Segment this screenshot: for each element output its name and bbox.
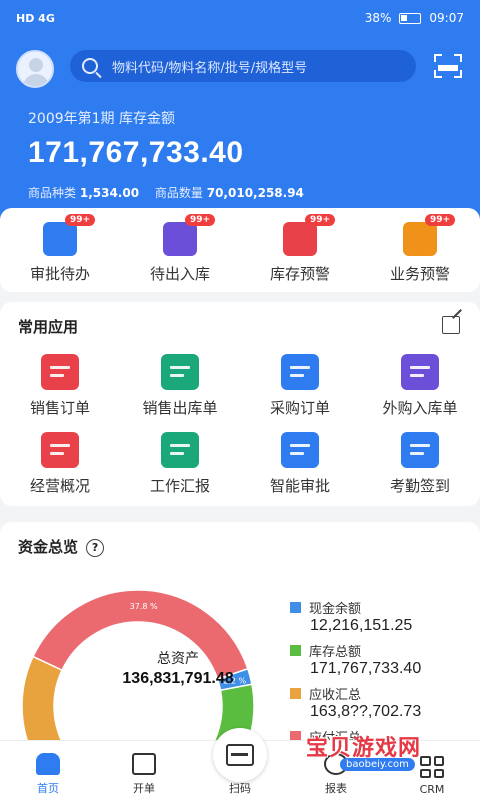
- inventory-total: 171,767,733.40: [28, 136, 244, 169]
- tab-label: 扫码: [229, 782, 251, 795]
- tab-label: 报表: [325, 782, 347, 795]
- summary-header: 物料代码/物料名称/批号/规格型号 2009年第1期 库存金额 171,767,…: [0, 36, 480, 221]
- kinds-value: 1,534.00: [79, 186, 140, 200]
- quick-actions-card: 99+ 审批待办 99+ 待出入库 99+ 库存预警 99+ 业务预警: [0, 208, 480, 292]
- app-label: 销售订单: [29, 399, 90, 417]
- app-label: 考勤签到: [389, 477, 450, 495]
- period-label: 2009年第1期 库存金额: [28, 111, 175, 127]
- quick-action-label: 待出入库: [149, 265, 210, 283]
- stock-warning-icon: [283, 222, 317, 256]
- warehouse-io-icon: [163, 222, 197, 256]
- tab-label: 首页: [37, 782, 59, 795]
- funds-title: 资金总览?: [18, 536, 105, 557]
- purchase-inbound-icon: [401, 354, 439, 390]
- app-label: 经营概况: [29, 477, 90, 495]
- legend-value: 163,8??,702.73: [310, 703, 422, 720]
- inventory-stats: 商品种类 1,534.00 商品数量 70,010,258.94: [28, 184, 316, 201]
- legend-swatch: [290, 602, 301, 613]
- help-icon[interactable]: ?: [86, 538, 105, 557]
- app-item-5[interactable]: 工作汇报: [120, 432, 240, 496]
- sales-order-icon: [41, 354, 79, 390]
- legend-value: 171,767,733.40: [310, 660, 422, 677]
- quick-action-0[interactable]: 99+ 审批待办: [5, 214, 115, 284]
- legend-item-0: 现金余额 12,216,151.25: [290, 598, 470, 635]
- battery-icon: [399, 12, 422, 24]
- app-item-3[interactable]: 外购入库单: [360, 354, 480, 418]
- tab-label: CRM: [419, 783, 445, 796]
- scan-code-icon: [226, 744, 254, 766]
- clock: 09:07: [429, 11, 464, 25]
- legend-name: 库存总额: [309, 645, 362, 660]
- battery-percent: 38%: [364, 11, 392, 25]
- legend-name: 应收汇总: [309, 688, 362, 703]
- app-item-2[interactable]: 采购订单: [240, 354, 360, 418]
- app-item-1[interactable]: 销售出库单: [120, 354, 240, 418]
- qty-value: 70,010,258.94: [206, 186, 304, 200]
- tab-label: 开单: [133, 782, 155, 795]
- kinds-label: 商品种类: [28, 186, 77, 200]
- create-order-icon: [132, 753, 156, 775]
- legend-swatch: [290, 645, 301, 656]
- funds-title-text: 资金总览: [18, 538, 79, 556]
- sales-outbound-icon: [161, 354, 199, 390]
- search-placeholder: 物料代码/物料名称/批号/规格型号: [112, 60, 308, 76]
- purchase-order-icon: [281, 354, 319, 390]
- legend-swatch: [290, 688, 301, 699]
- quick-action-label: 审批待办: [29, 265, 90, 283]
- legend-item-1: 库存总额 171,767,733.40: [290, 641, 470, 678]
- badge-count: 99+: [65, 214, 96, 226]
- chart-center-value: 136,831,791.48: [122, 670, 234, 687]
- slice-label-0: 37.8 %: [130, 602, 158, 611]
- app-item-0[interactable]: 销售订单: [0, 354, 120, 418]
- home-icon: [36, 753, 60, 775]
- tab-home[interactable]: 首页: [0, 741, 96, 800]
- app-label: 采购订单: [269, 399, 330, 417]
- quick-action-1[interactable]: 99+ 待出入库: [125, 214, 235, 284]
- chart-center-label: 总资产: [157, 651, 199, 667]
- common-apps-card: 常用应用 销售订单 销售出库单 采购订单 外购入库单经营概况 工作汇报 智能审批 考勤签到: [0, 302, 480, 506]
- status-bar: HD 4G 38% 09:07: [0, 0, 480, 36]
- edit-icon[interactable]: [442, 316, 460, 334]
- work-report-icon: [161, 432, 199, 468]
- legend-value: 12,216,151.25: [310, 617, 413, 634]
- quick-action-label: 业务预警: [389, 265, 450, 283]
- watermark-url: baobeiy.com: [340, 758, 415, 771]
- badge-count: 99+: [425, 214, 456, 226]
- quick-action-2[interactable]: 99+ 库存预警: [245, 214, 355, 284]
- app-label: 销售出库单: [142, 399, 218, 417]
- legend-item-2: 应收汇总 163,8??,702.73: [290, 684, 470, 721]
- quick-action-3[interactable]: 99+ 业务预警: [365, 214, 475, 284]
- search-input[interactable]: 物料代码/物料名称/批号/规格型号: [70, 50, 416, 82]
- app-label: 外购入库单: [382, 399, 458, 417]
- scan-icon[interactable]: [434, 54, 462, 78]
- tab-create-order[interactable]: 开单: [96, 741, 192, 800]
- badge-count: 99+: [185, 214, 216, 226]
- common-apps-title: 常用应用: [18, 318, 79, 336]
- watermark: 宝贝游戏网 baobeiy.com: [300, 720, 475, 780]
- badge-count: 99+: [305, 214, 336, 226]
- app-item-7[interactable]: 考勤签到: [360, 432, 480, 496]
- qty-label: 商品数量: [154, 186, 203, 200]
- business-warning-icon: [403, 222, 437, 256]
- app-item-6[interactable]: 智能审批: [240, 432, 360, 496]
- avatar[interactable]: [16, 50, 54, 88]
- approval-todo-icon: [43, 222, 77, 256]
- scan-fab-button[interactable]: [213, 728, 267, 782]
- business-overview-icon: [41, 432, 79, 468]
- quick-action-label: 库存预警: [269, 265, 330, 283]
- app-label: 工作汇报: [149, 477, 210, 495]
- app-item-4[interactable]: 经营概况: [0, 432, 120, 496]
- network-indicator: HD 4G: [16, 11, 55, 25]
- legend-name: 现金余额: [309, 602, 362, 617]
- smart-approval-icon: [281, 432, 319, 468]
- search-icon: [82, 58, 98, 74]
- app-label: 智能审批: [269, 477, 330, 495]
- attendance-icon: [401, 432, 439, 468]
